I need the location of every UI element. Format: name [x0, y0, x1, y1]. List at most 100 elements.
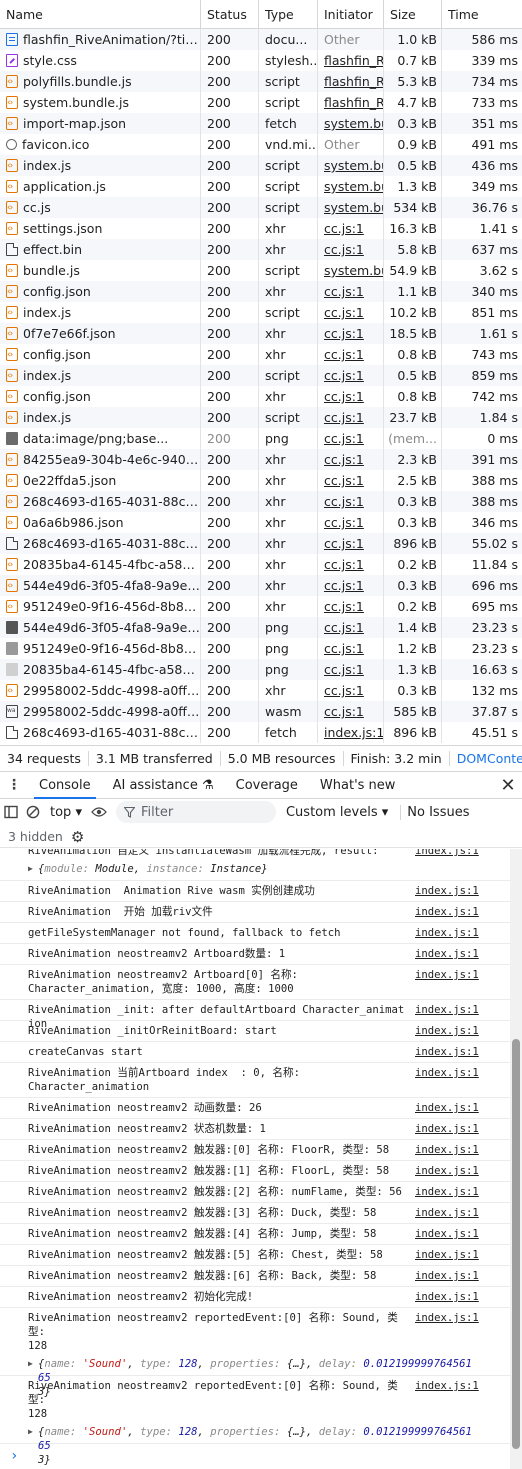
initiator-link[interactable]: system.bun [324, 263, 383, 278]
console-source-link[interactable]: index.js:1 [415, 1122, 479, 1136]
initiator-link[interactable]: cc.js:1 [324, 431, 364, 446]
table-row[interactable]: 544e49d6-3f05-4fa8-9a9e-0... 200 png cc.js:… [0, 617, 522, 638]
initiator-link[interactable]: cc.js:1 [324, 389, 364, 404]
table-row[interactable]: index.js 200script cc.js:1 10.2 kB 851 ms [0, 302, 522, 323]
table-row[interactable]: 544e49d6-3f05-4fa8-9a9e-0...200xhr cc.js:… [0, 575, 522, 596]
table-row[interactable]: data:image/png;base... 200 png cc.js:1 (mem.… [0, 428, 522, 449]
initiator-link[interactable]: system.bun [324, 200, 383, 215]
initiator-link[interactable]: cc.js:1 [324, 284, 364, 299]
table-row[interactable]: config.json 200xhr cc.js:1 0.8 kB 742 ms [0, 386, 522, 407]
table-row[interactable]: system.bundle.js 200script flashfin_Riv4.7… [0, 92, 522, 113]
request-name-cell[interactable]: 0a6a6b986.json [0, 512, 201, 533]
initiator-link[interactable]: flashfin_Riv [324, 74, 383, 89]
filter-input[interactable]: Filter [115, 801, 276, 823]
table-row[interactable]: application.js 200script system.bun1.3 kB 3… [0, 176, 522, 197]
console-source-link[interactable]: index.js:1 [415, 1003, 479, 1017]
initiator-link[interactable]: cc.js:1 [324, 662, 364, 677]
console-source-link[interactable]: index.js:1 [415, 1248, 479, 1262]
console-object-preview[interactable]: ▶ {module: Module, instance: Instance} [28, 862, 478, 876]
request-name-cell[interactable]: 20835ba4-6145-4fbc-a58a-... [0, 554, 201, 575]
initiator-cell[interactable]: flashfin_Riv [318, 50, 384, 71]
initiator-cell[interactable]: system.bun [318, 113, 384, 134]
column-type[interactable]: Type [259, 0, 318, 28]
initiator-cell[interactable]: system.bun [318, 197, 384, 218]
table-row[interactable]: index.js 200script system.bun0.5 kB 436 ms [0, 155, 522, 176]
initiator-link[interactable]: cc.js:1 [324, 221, 364, 236]
console-input-prompt[interactable]: › [10, 1448, 18, 1464]
table-row[interactable]: config.json 200xhr cc.js:1 0.8 kB 743 ms [0, 344, 522, 365]
request-name-cell[interactable]: system.bundle.js [0, 92, 201, 113]
request-name-cell[interactable]: 268c4693-d165-4031-88ce-... [0, 533, 201, 554]
expand-triangle-icon[interactable]: ▶ [28, 1425, 33, 1439]
initiator-cell[interactable]: cc.js:1 [318, 638, 384, 659]
request-name-cell[interactable]: index.js [0, 155, 201, 176]
initiator-link[interactable]: cc.js:1 [324, 620, 364, 635]
console-source-link[interactable]: index.js:1 [415, 968, 479, 982]
initiator-cell[interactable]: cc.js:1 [318, 407, 384, 428]
console-source-link[interactable]: index.js:1 [415, 1311, 479, 1325]
console-source-link[interactable]: index.js:1 [415, 1164, 479, 1178]
initiator-cell[interactable]: cc.js:1 [318, 323, 384, 344]
clear-console-icon[interactable] [22, 801, 44, 823]
initiator-link[interactable]: cc.js:1 [324, 326, 364, 341]
sidebar-toggle-icon[interactable] [0, 801, 22, 823]
request-name-cell[interactable]: favicon.ico [0, 134, 201, 155]
initiator-cell[interactable]: cc.js:1 [318, 449, 384, 470]
request-name-cell[interactable]: flashfin_RiveAnimation/?tim... [0, 29, 201, 50]
request-name-cell[interactable]: 544e49d6-3f05-4fa8-9a9e-0... [0, 575, 201, 596]
console-scrollbar[interactable] [510, 849, 522, 1469]
initiator-link[interactable]: cc.js:1 [324, 347, 364, 362]
expand-triangle-icon[interactable]: ▶ [28, 862, 33, 876]
request-name-cell[interactable]: 951249e0-9f16-456d-8b85-... [0, 596, 201, 617]
initiator-link[interactable]: flashfin_Riv [324, 95, 383, 110]
initiator-link[interactable]: cc.js:1 [324, 305, 364, 320]
table-row[interactable]: 0f7e7e66f.json 200xhr cc.js:1 18.5 kB 1.61 s [0, 323, 522, 344]
request-name-cell[interactable]: index.js [0, 365, 201, 386]
console-source-link[interactable]: index.js:1 [415, 1024, 479, 1038]
console-object-preview[interactable]: ▶ {name: 'Sound', type: 128, properties: … [28, 1425, 478, 1467]
column-name[interactable]: Name [0, 0, 201, 28]
initiator-cell[interactable]: system.bun [318, 176, 384, 197]
console-source-link[interactable]: index.js:1 [415, 1101, 479, 1115]
console-source-link[interactable]: index.js:1 [415, 884, 479, 898]
initiator-cell[interactable]: system.bun [318, 155, 384, 176]
request-name-cell[interactable]: config.json [0, 281, 201, 302]
initiator-cell[interactable]: cc.js:1 [318, 533, 384, 554]
request-name-cell[interactable]: 20835ba4-6145-4fbc-a58a-... [0, 659, 201, 680]
initiator-cell[interactable]: cc.js:1 [318, 239, 384, 260]
table-row[interactable]: index.js 200script cc.js:1 23.7 kB 1.84 s [0, 407, 522, 428]
initiator-link[interactable]: system.bun [324, 158, 383, 173]
initiator-link[interactable]: cc.js:1 [324, 410, 364, 425]
request-name-cell[interactable]: cc.js [0, 197, 201, 218]
initiator-link[interactable]: cc.js:1 [324, 599, 364, 614]
table-row[interactable]: 29958002-5ddc-4998-a0ff-8...200wasm cc.js… [0, 701, 522, 722]
console-source-link[interactable]: index.js:1 [415, 905, 479, 919]
initiator-link[interactable]: cc.js:1 [324, 641, 364, 656]
request-name-cell[interactable]: 951249e0-9f16-456d-8b85-... [0, 638, 201, 659]
initiator-cell[interactable]: cc.js:1 [318, 386, 384, 407]
request-name-cell[interactable]: effect.bin [0, 239, 201, 260]
initiator-link[interactable]: index.js:1 [324, 725, 383, 740]
request-name-cell[interactable]: config.json [0, 344, 201, 365]
initiator-link[interactable]: flashfin_Riv [324, 53, 383, 68]
initiator-link[interactable]: cc.js:1 [324, 452, 364, 467]
initiator-link[interactable]: cc.js:1 [324, 515, 364, 530]
table-row[interactable]: import-map.json 200fetch system.bun0.3 kB 3… [0, 113, 522, 134]
log-levels-dropdown[interactable]: Custom levels ▾ [286, 805, 388, 820]
initiator-link[interactable]: system.bun [324, 116, 383, 131]
table-row[interactable]: effect.bin 200 xhr cc.js:1 5.8 kB 637 ms [0, 239, 522, 260]
initiator-cell[interactable]: cc.js:1 [318, 701, 384, 722]
console-source-link[interactable]: index.js:1 [415, 1227, 479, 1241]
initiator-cell[interactable]: cc.js:1 [318, 281, 384, 302]
more-options-icon[interactable]: ⋮ [0, 777, 28, 793]
initiator-link[interactable]: system.bun [324, 179, 383, 194]
tab-whats-new[interactable]: What's new [309, 772, 407, 799]
live-expression-eye-icon[interactable] [88, 801, 110, 823]
console-source-link[interactable]: index.js:1 [415, 1045, 479, 1059]
console-source-link[interactable]: index.js:1 [415, 849, 479, 858]
request-name-cell[interactable]: bundle.js [0, 260, 201, 281]
initiator-link[interactable]: cc.js:1 [324, 578, 364, 593]
table-row[interactable]: 84255ea9-304b-4e6c-940d-...200xhr cc.js:1… [0, 449, 522, 470]
request-name-cell[interactable]: index.js [0, 407, 201, 428]
table-row[interactable]: 20835ba4-6145-4fbc-a58a-... 200 png cc.js:1… [0, 659, 522, 680]
